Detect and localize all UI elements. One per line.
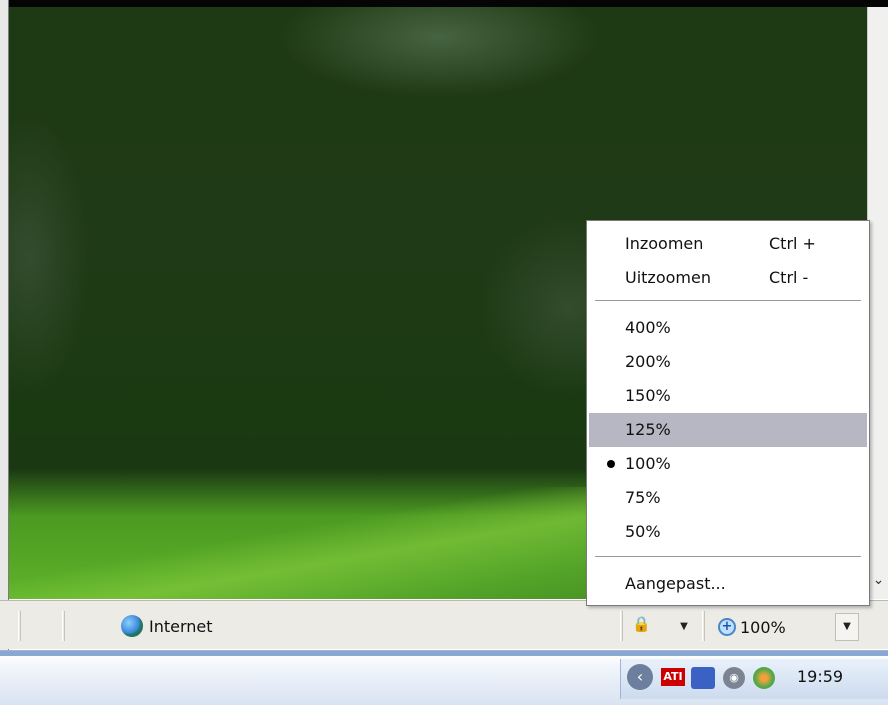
zoom-dropdown-button[interactable]: ▼ bbox=[835, 613, 859, 641]
menu-item-zoom-200[interactable]: 200% bbox=[589, 345, 867, 379]
menu-item-zoom-75[interactable]: 75% bbox=[589, 481, 867, 515]
taskbar: ‹ ATI ◉ 19:59 bbox=[0, 650, 888, 705]
security-shield-icon[interactable] bbox=[753, 667, 775, 689]
globe-icon bbox=[121, 615, 143, 637]
window-top-border bbox=[0, 0, 888, 7]
selected-bullet-icon bbox=[607, 460, 615, 468]
menu-item-label: 400% bbox=[625, 318, 671, 337]
system-tray: ‹ ATI ◉ 19:59 bbox=[620, 659, 888, 699]
clock[interactable]: 19:59 bbox=[797, 667, 843, 686]
lock-icon[interactable]: 🔒 bbox=[632, 615, 662, 639]
menu-item-zoom-50[interactable]: 50% bbox=[589, 515, 867, 549]
status-divider bbox=[18, 611, 21, 641]
menu-item-zoom-400[interactable]: 400% bbox=[589, 311, 867, 345]
status-divider bbox=[62, 611, 65, 641]
window-left-border bbox=[0, 0, 9, 704]
speaker-icon[interactable]: ◉ bbox=[723, 667, 745, 689]
menu-item-label: 150% bbox=[625, 386, 671, 405]
network-icon[interactable] bbox=[691, 667, 715, 689]
menu-item-shortcut: Ctrl - bbox=[769, 268, 809, 287]
zoom-menu: Inzoomen Ctrl + Uitzoomen Ctrl - 400% 20… bbox=[586, 220, 870, 606]
menu-item-custom[interactable]: Aangepast... bbox=[589, 567, 867, 601]
ati-icon[interactable]: ATI bbox=[661, 668, 685, 686]
magnifier-plus-icon: + bbox=[718, 618, 736, 636]
menu-item-label: 100% bbox=[625, 454, 671, 473]
menu-separator bbox=[595, 556, 861, 557]
zoom-level-button[interactable]: + 100% bbox=[718, 613, 831, 641]
chevron-left-icon[interactable]: ‹ bbox=[627, 664, 653, 690]
menu-item-label: Inzoomen bbox=[625, 234, 704, 253]
menu-item-label: 50% bbox=[625, 522, 661, 541]
taskbar-top-strip bbox=[0, 651, 888, 656]
menu-item-zoom-in[interactable]: Inzoomen Ctrl + bbox=[589, 227, 867, 261]
menu-item-label: 200% bbox=[625, 352, 671, 371]
zone-label: Internet bbox=[149, 616, 213, 636]
vertical-scrollbar[interactable]: ⌄ bbox=[867, 7, 888, 599]
browser-window: ⌄ Internet 🔒 ▼ + 100% ▼ ‹ ATI ◉ 19:59 In… bbox=[0, 0, 888, 705]
security-zone[interactable]: Internet bbox=[121, 611, 213, 641]
menu-item-zoom-125[interactable]: 125% bbox=[589, 413, 867, 447]
menu-item-label: Uitzoomen bbox=[625, 268, 711, 287]
menu-item-label: 125% bbox=[625, 420, 671, 439]
status-divider bbox=[702, 611, 705, 641]
menu-item-shortcut: Ctrl + bbox=[769, 234, 816, 253]
menu-item-label: Aangepast... bbox=[625, 574, 726, 593]
protected-mode-dropdown[interactable]: ▼ bbox=[676, 615, 692, 639]
status-bar: Internet 🔒 ▼ + 100% ▼ bbox=[0, 600, 888, 649]
menu-item-zoom-out[interactable]: Uitzoomen Ctrl - bbox=[589, 261, 867, 295]
menu-item-label: 75% bbox=[625, 488, 661, 507]
menu-separator bbox=[595, 300, 861, 301]
menu-item-zoom-100[interactable]: 100% bbox=[589, 447, 867, 481]
zoom-level-value: 100% bbox=[740, 617, 786, 637]
status-divider bbox=[620, 611, 623, 641]
scroll-down-icon[interactable]: ⌄ bbox=[870, 569, 887, 591]
menu-item-zoom-150[interactable]: 150% bbox=[589, 379, 867, 413]
